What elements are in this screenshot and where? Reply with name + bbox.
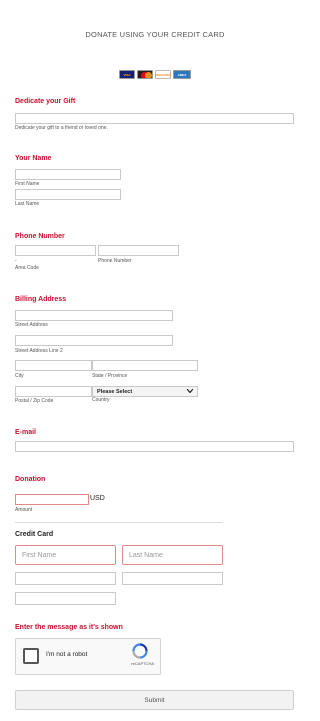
credit-card-heading: Credit Card (15, 531, 54, 538)
recaptcha-logo-icon (132, 643, 148, 659)
zip-code-input[interactable] (15, 386, 92, 397)
recaptcha-checkbox[interactable] (23, 648, 39, 664)
state-label: State / Province (92, 373, 128, 379)
name-heading: Your Name (15, 155, 52, 162)
gift-help-text: Dedicate your gift to a friend or loved … (15, 125, 108, 131)
first-name-label: First Name (15, 181, 40, 187)
city-input[interactable] (15, 360, 92, 371)
last-name-input[interactable] (15, 189, 121, 200)
phone-heading: Phone Number (15, 233, 65, 240)
state-input[interactable] (92, 360, 198, 371)
donation-amount-input[interactable] (15, 494, 89, 505)
first-name-input[interactable] (15, 169, 121, 180)
amount-label: Amount (15, 507, 33, 513)
card-number-input[interactable] (15, 572, 116, 585)
country-label: Country (92, 397, 110, 403)
captcha-heading: Enter the message as it's shown (15, 624, 123, 631)
recaptcha-brand: reCAPTCHA (131, 661, 154, 666)
area-code-input[interactable] (15, 245, 96, 256)
discover-card-icon: DISCOVER (155, 70, 171, 79)
submit-button[interactable]: Submit (15, 690, 294, 710)
page-title: DONATE USING YOUR CREDIT CARD (85, 30, 225, 39)
email-heading: E-mail (15, 429, 37, 436)
phone-number-label: Phone Number (98, 258, 132, 264)
accepted-cards: VISA DISCOVER AMEX (119, 70, 191, 79)
area-code-label: Area Code (15, 265, 39, 271)
country-select[interactable]: Please Select (92, 386, 198, 397)
email-input[interactable] (15, 441, 294, 452)
chevron-down-icon (186, 388, 194, 395)
card-last-name-input[interactable]: Last Name (122, 545, 223, 565)
card-first-name-input[interactable]: First Name (15, 545, 116, 565)
street-address-2-input[interactable] (15, 335, 173, 346)
gift-heading: Dedicate your Gift (15, 98, 76, 105)
street-address-2-label: Street Address Line 2 (15, 348, 63, 354)
city-label: City (15, 373, 24, 379)
mastercard-card-icon (137, 70, 153, 79)
visa-card-icon: VISA (119, 70, 135, 79)
donation-heading: Donation (15, 476, 46, 483)
recaptcha-widget: I'm not a robot reCAPTCHA (15, 638, 161, 675)
street-address-label: Street Address (15, 322, 48, 328)
phone-dash: - (15, 258, 17, 264)
card-cvv-input[interactable] (122, 572, 223, 585)
gift-dedication-input[interactable] (15, 113, 294, 124)
phone-number-input[interactable] (98, 245, 179, 256)
billing-heading: Billing Address (15, 296, 67, 303)
amex-card-icon: AMEX (173, 70, 191, 79)
street-address-input[interactable] (15, 310, 173, 321)
currency-label: USD (90, 495, 105, 502)
card-expiry-input[interactable] (15, 592, 116, 605)
zip-code-label: Postal / Zip Code (15, 398, 54, 404)
section-divider (15, 522, 223, 523)
country-selected-value: Please Select (97, 388, 133, 395)
last-name-label: Last Name (15, 201, 40, 207)
recaptcha-label: I'm not a robot (46, 651, 88, 658)
